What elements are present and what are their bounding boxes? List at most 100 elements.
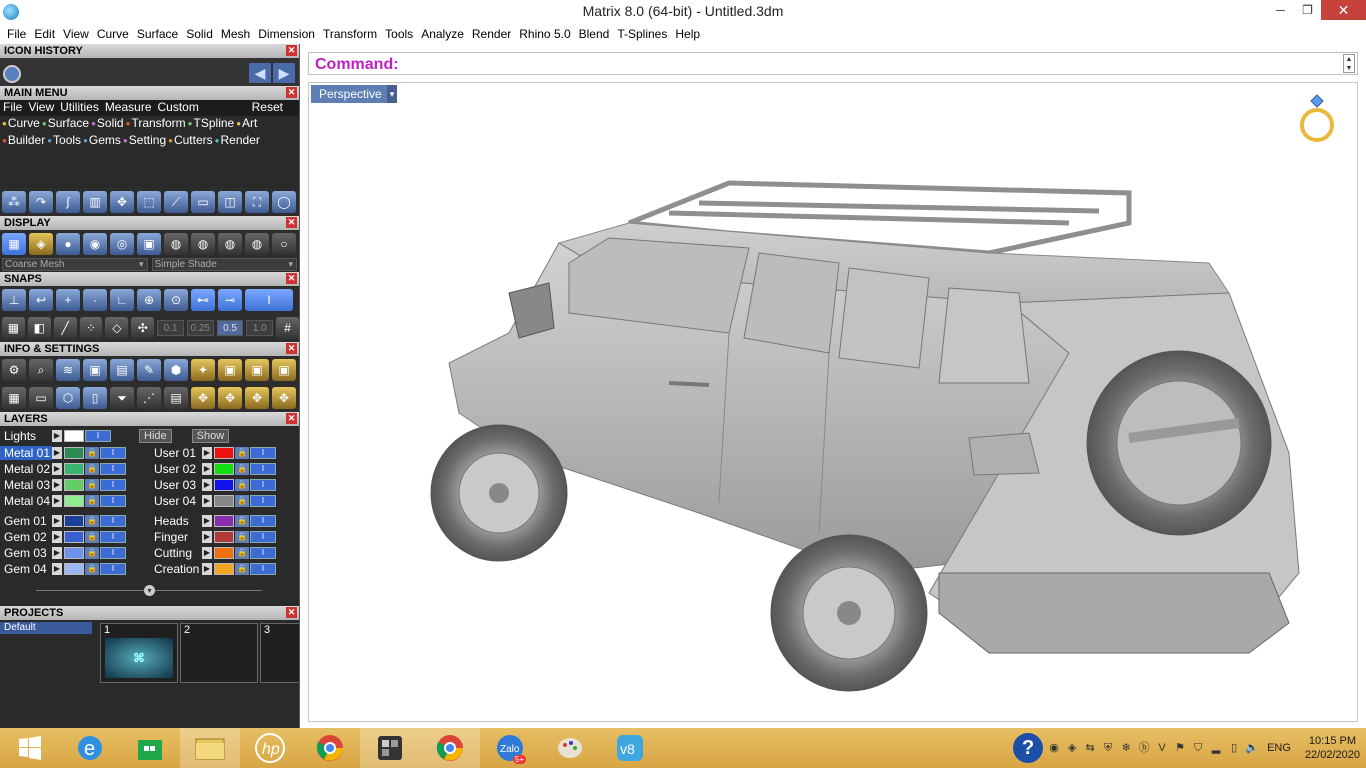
render-sphere-icon[interactable]: ◉ [83,233,107,255]
project-tile-1[interactable]: 1 ⌘ [100,623,178,683]
snap-end-icon[interactable]: ⊥ [2,289,26,311]
dots-icon[interactable]: ⁘ [79,317,103,339]
menu-dimension[interactable]: Dimension [254,27,319,41]
rotate-4-icon[interactable]: ✥ [272,387,296,409]
menu-transform[interactable]: Transform [319,27,381,41]
menu-surface[interactable]: Surface [133,27,182,41]
layer-row[interactable]: Metal 03 ▶ 🔒 I [0,477,126,493]
mm-utilities[interactable]: Utilities [57,100,102,116]
snap-quad-icon[interactable]: ⊙ [164,289,188,311]
close-icon[interactable]: ✕ [286,87,297,98]
scale-tool-icon[interactable]: ⬚ [137,191,161,213]
menu-render[interactable]: Render [468,27,515,41]
file-explorer-icon[interactable] [180,728,240,768]
project-default[interactable]: Default [0,622,92,634]
layer-row[interactable]: Finger ▶ 🔒 I [150,529,276,545]
layer-row[interactable]: Creation ▶ 🔒 I [150,561,276,577]
snap-tan-icon[interactable]: ⊸ [218,289,242,311]
purple-cube-icon[interactable]: ⬢ [164,359,188,381]
menu-edit[interactable]: Edit [30,27,59,41]
language-indicator[interactable]: ENG [1267,742,1291,754]
menu-tools[interactable]: Tools [381,27,417,41]
close-icon[interactable]: ✕ [286,45,297,56]
clock[interactable]: 10:15 PM 22/02/2020 [1305,734,1360,762]
menu-rhino[interactable]: Rhino 5.0 [515,27,574,41]
layer-row[interactable]: Metal 04 ▶ 🔒 I [0,493,126,509]
mm-render[interactable]: Render [215,133,262,150]
points-tool-icon[interactable]: ⁂ [2,191,26,213]
layer-row[interactable]: Gem 04 ▶ 🔒 I [0,561,126,577]
settings-gear-icon[interactable]: ⚙ [2,359,26,381]
sphere5-icon[interactable]: ○ [272,233,296,255]
snap-center-icon[interactable]: ⊕ [137,289,161,311]
mesh-dropdown[interactable]: Coarse Mesh [2,258,148,271]
close-button[interactable]: ✕ [1321,0,1366,20]
sphere4-icon[interactable]: ◍ [245,233,269,255]
lights-toggle[interactable]: I [85,430,111,442]
hp-icon[interactable]: hp [240,728,300,768]
project-tile-2[interactable]: 2 [180,623,258,683]
layer-row[interactable]: Metal 02 ▶ 🔒 I [0,461,126,477]
close-icon[interactable]: ✕ [286,607,297,618]
snap-point-icon[interactable]: · [83,289,107,311]
circle-tool-icon[interactable]: ◯ [272,191,296,213]
layer-row[interactable]: User 02 ▶ 🔒 I [150,461,276,477]
dotted-select-icon[interactable]: ⋰ [137,387,161,409]
shade-dropdown[interactable]: Simple Shade [151,258,297,271]
xray-icon[interactable]: ◎ [110,233,134,255]
snap-near-icon[interactable]: ↩ [29,289,53,311]
rotate-3-icon[interactable]: ✥ [245,387,269,409]
layer-row[interactable]: User 03 ▶ 🔒 I [150,477,276,493]
history-forward-button[interactable]: ▶ [273,63,295,83]
snap-int-icon[interactable]: + [56,289,80,311]
rotate-1-icon[interactable]: ✥ [191,387,215,409]
mesh-cube-icon[interactable]: ⬡ [56,387,80,409]
menu-analyze[interactable]: Analyze [417,27,468,41]
mm-transform[interactable]: Transform [126,116,188,133]
move-tool-icon[interactable]: ✥ [110,191,134,213]
grid-icon[interactable]: ▦ [2,317,25,339]
mm-curve[interactable]: Curve [2,116,42,133]
history-icon[interactable] [3,65,21,83]
layers-stack-icon[interactable]: ≋ [56,359,80,381]
ungroup-tool-icon[interactable]: ◫ [218,191,242,213]
mm-setting[interactable]: Setting [123,133,168,150]
mm-file[interactable]: File [0,100,25,116]
history-back-button[interactable]: ◀ [249,63,271,83]
hide-button[interactable]: Hide [139,429,172,443]
menu-file[interactable]: File [3,27,30,41]
menu-help[interactable]: Help [671,27,704,41]
filter-icon[interactable]: ⏷ [110,387,134,409]
viewport-dropdown-icon[interactable]: ▾ [387,85,397,103]
snap-ortho-icon[interactable]: I [245,289,293,311]
project-tile-3[interactable]: 3 [260,623,299,683]
flag-icon[interactable]: ⚑ [1173,741,1187,755]
extrude-tool-icon[interactable]: ▥ [83,191,107,213]
command-scroll[interactable]: ▲ ▼ [1343,54,1355,73]
snap-grid-icon[interactable]: # [276,317,299,339]
layer-row[interactable]: Cutting ▶ 🔒 I [150,545,276,561]
shade-sphere-icon[interactable]: ● [56,233,80,255]
store-icon[interactable] [120,728,180,768]
menu-view[interactable]: View [59,27,93,41]
mm-builder[interactable]: Builder [2,133,47,150]
cylinder-icon[interactable]: ▯ [83,387,107,409]
viewport-2-icon[interactable]: ▣ [245,359,269,381]
mm-custom[interactable]: Custom [155,100,202,116]
arc-tool-icon[interactable]: ↷ [29,191,53,213]
mm-cutters[interactable]: Cutters [168,133,215,150]
render-settings-icon[interactable]: ✦ [191,359,215,381]
layer-row[interactable]: Heads ▶ 🔒 I [150,513,276,529]
chrome-icon[interactable] [300,728,360,768]
snowflake-icon[interactable]: ❄ [1119,741,1133,755]
windows-start-icon[interactable] [0,728,60,768]
diamond-icon[interactable]: ◇ [105,317,129,339]
layer-row[interactable]: Gem 02 ▶ 🔒 I [0,529,126,545]
sphere1-icon[interactable]: ◍ [164,233,188,255]
close-icon[interactable]: ✕ [286,273,297,284]
zalo-tray-icon[interactable]: ◉ [1047,741,1061,755]
help-icon[interactable]: ? [1013,733,1044,763]
mm-gems[interactable]: Gems [83,133,123,150]
layer-row[interactable]: Metal 01 ▶ 🔒 I [0,445,126,461]
menu-mesh[interactable]: Mesh [217,27,254,41]
